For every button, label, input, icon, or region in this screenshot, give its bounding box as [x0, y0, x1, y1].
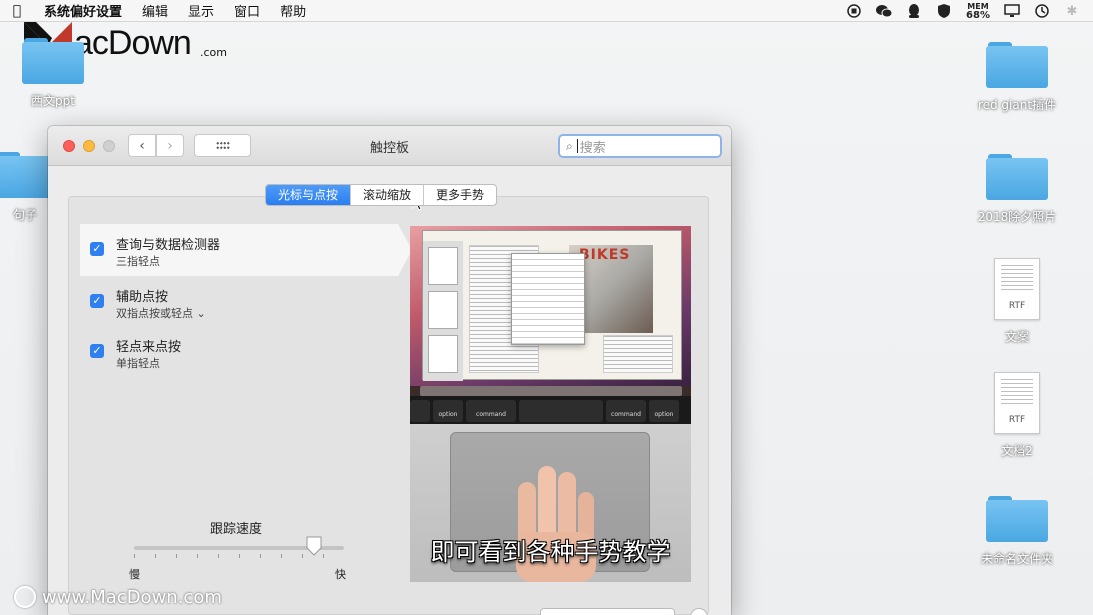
display-icon[interactable] [1003, 2, 1021, 20]
option-tap-to-click[interactable]: ✓ 轻点来点按 单指轻点 [80, 326, 398, 378]
desktop-folder[interactable]: 未命名文件夹 [962, 494, 1072, 567]
text-caret [576, 139, 578, 153]
stop-record-icon[interactable] [845, 2, 863, 20]
key-command: command [466, 400, 516, 422]
memory-value: 68% [966, 10, 990, 21]
preview-headline: BIKES [579, 247, 631, 263]
page-thumbnail [428, 335, 458, 373]
desktop-rtf-file[interactable]: RTF 文案 [962, 258, 1072, 345]
slider-max-label: 快 [335, 568, 346, 581]
slider-knob[interactable] [306, 536, 322, 556]
tab-point-and-click[interactable]: 光标与点按 [266, 185, 351, 205]
option-title: 轻点来点按 [116, 340, 182, 355]
text-column [603, 335, 673, 373]
window-titlebar: ‹ › 触控板 ⌕ 搜索 [48, 126, 731, 166]
folder-icon [22, 36, 84, 84]
watermark-text: www.MacDown.com [42, 586, 222, 608]
desktop-folder[interactable]: 西文ppt [0, 36, 108, 109]
search-icon: ⌕ [566, 138, 573, 153]
tab-bar: 光标与点按 滚动缩放 更多手势 [265, 184, 498, 206]
desktop-folder[interactable]: red giant插件 [962, 40, 1072, 113]
folder-label: 未命名文件夹 [980, 552, 1053, 566]
option-title: 辅助点按 [116, 290, 169, 305]
logo-suffix: .com [200, 46, 227, 59]
trackpad-preferences-window: ‹ › 触控板 ⌕ 搜索 光标与点按 滚动缩放 更多手势 ✓ 查询与数据检测器 … [48, 126, 731, 615]
status-area: MEM 68% ✱ [845, 0, 1081, 22]
rtf-document-icon: RTF [994, 258, 1040, 320]
folder-icon [986, 494, 1048, 542]
folder-label: red giant插件 [977, 98, 1057, 112]
bluetooth-icon[interactable]: ✱ [1063, 2, 1081, 20]
preview-sidebar [423, 241, 463, 381]
folder-icon [986, 152, 1048, 200]
page-thumbnail [428, 291, 458, 329]
option-lookup-data-detectors[interactable]: ✓ 查询与数据检测器 三指轻点 [80, 224, 412, 276]
site-watermark: www.MacDown.com [14, 586, 222, 608]
video-caption: 即可看到各种手势教学 [430, 538, 671, 566]
desktop-rtf-file[interactable]: RTF 文档2 [962, 372, 1072, 459]
memory-meter[interactable]: MEM 68% [965, 2, 991, 21]
tab-scroll-and-zoom[interactable]: 滚动缩放 [350, 185, 423, 205]
menu-help[interactable]: 帮助 [270, 1, 316, 20]
option-subtitle: 三指轻点 [116, 255, 160, 268]
folder-icon [986, 40, 1048, 88]
lookup-popover [511, 253, 585, 345]
folder-label: 句子 [12, 208, 37, 222]
key-option: option [433, 400, 463, 422]
key-command: command [606, 400, 646, 422]
file-label: 文档2 [1001, 444, 1033, 458]
search-field[interactable]: ⌕ 搜索 [558, 134, 722, 158]
key-space [519, 400, 603, 422]
checkbox-checked[interactable]: ✓ [90, 242, 104, 256]
option-subtitle-dropdown[interactable]: 双指点按或轻点 ⌄ [116, 305, 206, 321]
preview-app-window: BIKES [422, 230, 682, 381]
shield-icon[interactable] [935, 2, 953, 20]
keyboard: option command command option [410, 396, 691, 424]
gesture-preview-video: BIKES option command command option 即可看到… [410, 226, 691, 582]
folder-label: 西文ppt [31, 94, 75, 108]
slider-min-label: 慢 [129, 568, 140, 581]
option-title: 查询与数据检测器 [116, 238, 221, 253]
wechat-icon[interactable] [875, 2, 893, 20]
time-machine-icon[interactable] [1033, 2, 1051, 20]
tracking-speed-label: 跟踪速度 [210, 522, 263, 537]
rtf-document-icon: RTF [994, 372, 1040, 434]
file-label: 文案 [1004, 330, 1029, 344]
apple-menu-icon[interactable]:  [0, 3, 34, 19]
checkbox-checked[interactable]: ✓ [90, 344, 104, 358]
option-subtitle: 单指轻点 [116, 357, 160, 370]
page-thumbnail [428, 247, 458, 285]
setup-bluetooth-trackpad-button[interactable] [540, 608, 675, 615]
option-secondary-click[interactable]: ✓ 辅助点按 双指点按或轻点 ⌄ [80, 276, 398, 328]
preview-dock [420, 386, 682, 396]
checkbox-checked[interactable]: ✓ [90, 294, 104, 308]
qq-icon[interactable] [905, 2, 923, 20]
watermark-logo-icon [14, 586, 36, 608]
folder-label: 2018除夕照片 [977, 210, 1057, 224]
key [410, 400, 430, 422]
key-option: option [649, 400, 679, 422]
tab-more-gestures[interactable]: 更多手势 [423, 185, 496, 205]
search-placeholder: 搜索 [579, 140, 606, 156]
desktop-folder[interactable]: 2018除夕照片 [962, 152, 1072, 225]
